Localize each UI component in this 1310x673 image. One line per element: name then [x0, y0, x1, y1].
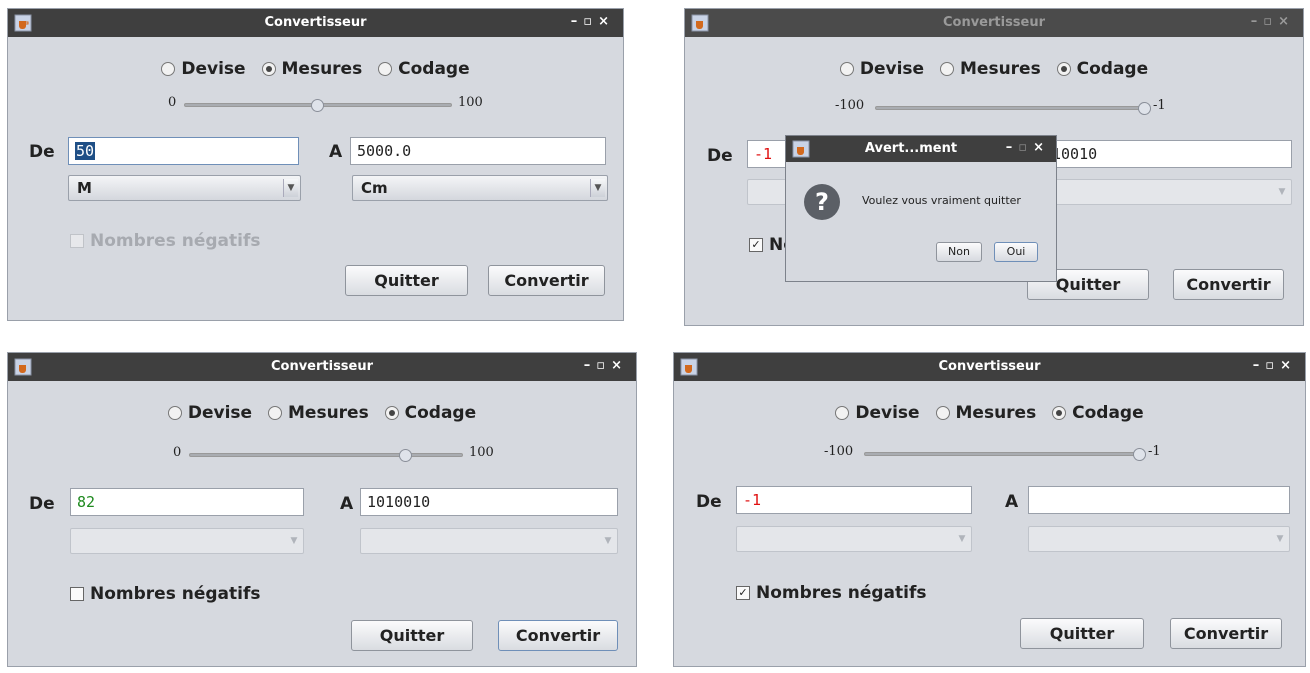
radio-mesures[interactable]: Mesures [940, 59, 1041, 79]
window-title: Convertisseur [270, 359, 374, 374]
from-unit-select[interactable]: M ▼ [68, 175, 301, 201]
close-icon[interactable]: × [598, 14, 615, 29]
slider-min-label: -100 [835, 98, 865, 113]
de-input[interactable]: 82 [70, 488, 304, 516]
minimize-icon[interactable]: – [571, 14, 584, 29]
slider-thumb[interactable] [1138, 102, 1151, 115]
a-output[interactable]: 10010 [1045, 140, 1292, 168]
radio-devise[interactable]: Devise [167, 403, 252, 423]
slider-max-label: -1 [1153, 98, 1166, 113]
minimize-icon[interactable]: – [1251, 14, 1264, 29]
chevron-down-icon: ▼ [1276, 534, 1284, 544]
convert-button[interactable]: Convertir [1173, 269, 1284, 300]
no-button[interactable]: Non [936, 242, 982, 262]
from-unit-select[interactable]: ▼ [70, 528, 304, 554]
to-unit-select[interactable]: ▼ [1028, 526, 1290, 552]
a-output[interactable]: 1010010 [360, 488, 618, 516]
minimize-icon[interactable]: – [1253, 358, 1266, 373]
question-icon: ? [804, 184, 840, 220]
de-input[interactable]: -1 [736, 486, 972, 514]
slider[interactable]: -100 -1 [824, 444, 1164, 464]
title-bar[interactable]: Convertisseur –▫× [685, 9, 1303, 37]
slider-thumb[interactable] [311, 99, 324, 112]
a-label: A [329, 142, 343, 162]
window-converter-3: Convertisseur –▫× Devise Mesures Codage … [7, 352, 637, 667]
dialog-title-bar[interactable]: Avert...ment –▫× [786, 136, 1056, 162]
radio-devise[interactable]: Devise [835, 403, 920, 423]
chevron-down-icon: ▼ [604, 536, 612, 546]
quit-button[interactable]: Quitter [345, 265, 468, 296]
radio-mesures[interactable]: Mesures [935, 403, 1036, 423]
radio-mesures[interactable]: Mesures [268, 403, 369, 423]
slider-max-label: 100 [469, 445, 494, 460]
slider-min-label: -100 [824, 444, 854, 459]
to-unit-select[interactable]: Cm ▼ [352, 175, 608, 201]
window-converter-1: Convertisseur –▫× Devise Mesures Codage … [7, 8, 624, 321]
title-bar[interactable]: Convertisseur –▫× [8, 353, 636, 381]
yes-button[interactable]: Oui [994, 242, 1038, 262]
radio-devise[interactable]: Devise [839, 59, 924, 79]
dialog-message: Voulez vous vraiment quitter [862, 194, 1021, 207]
quit-button[interactable]: Quitter [351, 620, 473, 651]
close-icon[interactable]: × [611, 358, 628, 373]
negative-numbers-checkbox[interactable]: Nombres négatifs [70, 584, 260, 604]
close-icon[interactable]: × [1278, 14, 1295, 29]
to-unit-select[interactable]: ▼ [1045, 179, 1292, 205]
quit-button[interactable]: Quitter [1020, 618, 1144, 649]
close-icon[interactable]: × [1033, 140, 1050, 155]
maximize-icon[interactable]: ▫ [1018, 140, 1033, 155]
window-title: Convertisseur [264, 15, 367, 30]
window-converter-4: Convertisseur –▫× Devise Mesures Codage … [673, 352, 1306, 667]
chevron-down-icon: ▼ [290, 536, 298, 546]
a-label: A [340, 494, 354, 514]
radio-codage[interactable]: Codage [378, 59, 470, 79]
a-output[interactable]: 5000.0 [350, 137, 606, 165]
window-converter-2: Convertisseur –▫× Devise Mesures Codage … [684, 8, 1304, 326]
slider[interactable]: 0 100 [168, 95, 488, 115]
convert-button[interactable]: Convertir [498, 620, 618, 651]
title-bar[interactable]: Convertisseur –▫× [8, 9, 623, 37]
negative-numbers-checkbox[interactable]: Nombres négatifs [70, 231, 260, 251]
chevron-down-icon: ▼ [283, 179, 298, 197]
slider[interactable]: 0 100 [173, 445, 503, 465]
maximize-icon[interactable]: ▫ [1263, 14, 1278, 29]
chevron-down-icon: ▼ [590, 179, 605, 197]
close-icon[interactable]: × [1280, 358, 1297, 373]
a-label: A [1005, 492, 1019, 512]
slider-thumb[interactable] [1133, 448, 1146, 461]
convert-button[interactable]: Convertir [488, 265, 605, 296]
convert-button[interactable]: Convertir [1170, 618, 1282, 649]
negative-numbers-checkbox[interactable]: ✓ Nombres négatifs [736, 583, 926, 603]
window-title: Convertisseur [938, 359, 1041, 374]
maximize-icon[interactable]: ▫ [1265, 358, 1280, 373]
slider-max-label: 100 [458, 95, 483, 110]
slider-min-label: 0 [168, 95, 177, 110]
confirm-quit-dialog: Avert...ment –▫× ? Voulez vous vraiment … [785, 135, 1057, 282]
de-input[interactable]: 50 [68, 137, 299, 165]
de-label: De [29, 494, 55, 514]
minimize-icon[interactable]: – [584, 358, 597, 373]
slider-thumb[interactable] [399, 449, 412, 462]
de-label: De [696, 492, 722, 512]
minimize-icon[interactable]: – [1006, 140, 1019, 155]
chevron-down-icon: ▼ [1278, 187, 1286, 197]
radio-devise[interactable]: Devise [161, 59, 246, 79]
radio-codage[interactable]: Codage [1052, 403, 1144, 423]
chevron-down-icon: ▼ [958, 534, 966, 544]
maximize-icon[interactable]: ▫ [583, 14, 598, 29]
slider[interactable]: -100 -1 [835, 98, 1175, 118]
radio-codage[interactable]: Codage [384, 403, 476, 423]
slider-max-label: -1 [1148, 444, 1161, 459]
title-bar[interactable]: Convertisseur –▫× [674, 353, 1305, 381]
from-unit-select[interactable]: ▼ [736, 526, 972, 552]
de-label: De [29, 142, 55, 162]
de-label: De [707, 146, 733, 166]
to-unit-select[interactable]: ▼ [360, 528, 618, 554]
window-title: Convertisseur [942, 15, 1046, 30]
radio-codage[interactable]: Codage [1056, 59, 1148, 79]
radio-mesures[interactable]: Mesures [261, 59, 362, 79]
a-output[interactable] [1028, 486, 1290, 514]
slider-min-label: 0 [173, 445, 182, 460]
maximize-icon[interactable]: ▫ [596, 358, 611, 373]
